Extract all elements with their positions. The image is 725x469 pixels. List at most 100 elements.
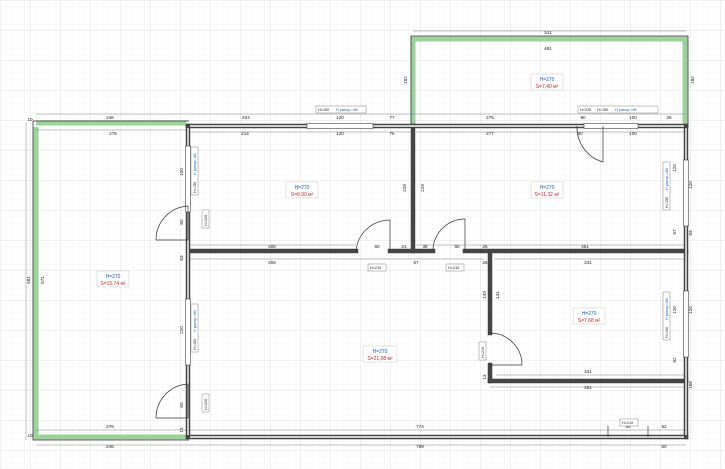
dimensions-bottom-276-label: 276 bbox=[106, 424, 114, 429]
rooms-room-center-height-label: H=270 bbox=[373, 349, 388, 355]
dimensions-v-229b-label: 229 bbox=[420, 184, 425, 192]
dimensions-v-220a-label: 220 bbox=[179, 326, 184, 334]
tags-win-left2-h-label: H=150 bbox=[193, 339, 197, 350]
dimensions-r-341a-label: 341 bbox=[584, 260, 592, 265]
dimensions-right-v-87-label: 87 bbox=[672, 229, 677, 235]
grid-background bbox=[0, 0, 725, 469]
tags-win-right2-sub-label: H рапор.=80 bbox=[665, 298, 669, 320]
dimensions-right-v-93-label: 93 bbox=[688, 230, 693, 236]
dimensions-top-214-label: 214 bbox=[241, 131, 249, 136]
tags-win-left2-sub-label: H рапор.=80 bbox=[193, 310, 197, 332]
tags-door-l1-label: H=220 bbox=[204, 215, 208, 226]
tags-win-right2-h-label: H=150 bbox=[665, 327, 669, 338]
dimensions-annex-right-label: 182 bbox=[690, 76, 695, 84]
dimensions-top-120a-label: 120 bbox=[336, 115, 344, 120]
dimensions-bottom-246-label: 246 bbox=[106, 444, 114, 449]
tags-win-top-h-label: H=150 bbox=[318, 108, 329, 112]
tags-door-c2-label: H=210 bbox=[448, 266, 459, 270]
dimensions-v-229a-label: 229 bbox=[402, 184, 407, 192]
dimensions-top-90b-label: 90 bbox=[577, 131, 583, 136]
room-right-top: H=270 S=11,32 м² bbox=[530, 181, 564, 199]
window-top-left bbox=[306, 123, 374, 129]
dimensions-bottom-60b-label: 60 bbox=[661, 444, 667, 449]
dimensions-v-ret-label: 15 bbox=[179, 427, 184, 433]
window-left-lower bbox=[185, 298, 191, 366]
room-right-mid: H=270 S=7,68 м² bbox=[572, 307, 606, 325]
rooms-room-right-mid-height-label: H=270 bbox=[582, 311, 597, 317]
dimensions-top-275-label: 275 bbox=[486, 115, 494, 120]
dimensions-r-143-label: 143 bbox=[482, 291, 487, 299]
rooms-room-mid-top-area-label: S=8,90 м² bbox=[291, 192, 314, 198]
tags-door-l2-label: H=220 bbox=[204, 399, 208, 410]
dimensions-right-v-120c-label: 120 bbox=[672, 306, 677, 314]
room-big-left-area: S=15,74 м² bbox=[100, 281, 126, 287]
window-right-lower bbox=[683, 290, 689, 358]
dimensions-bottom-52-label: 52 bbox=[661, 424, 667, 429]
dimensions-bottom-10-label: 10 bbox=[27, 433, 33, 438]
dimensions-top-120b-label: 120 bbox=[336, 131, 344, 136]
tags-door-b-label: H=210 bbox=[622, 421, 633, 425]
window-top-right bbox=[583, 123, 639, 129]
dimensions-r-141-label: 141 bbox=[495, 291, 500, 299]
dimensions-top-75-label: 75 bbox=[389, 131, 395, 136]
dimensions-mid-36-label: 36 bbox=[422, 244, 428, 249]
dimensions-mid-26b-label: 26 bbox=[482, 260, 488, 265]
tags-win-right-h-label: H=150 bbox=[665, 197, 669, 208]
rooms-room-right-top-height-label: H=270 bbox=[540, 185, 555, 191]
dimensions-left-10-label: 10 bbox=[27, 117, 33, 122]
dimensions-top-100b-label: 100 bbox=[629, 131, 637, 136]
dimensions-bottom-789-label: 789 bbox=[416, 444, 424, 449]
dimensions-top-277-label: 277 bbox=[486, 131, 494, 136]
tags-win-left-h-label: H=150 bbox=[193, 182, 197, 193]
rooms-room-center-area-label: S=21,08 м² bbox=[367, 356, 393, 362]
dimensions-right-v-168-label: 168 bbox=[688, 381, 693, 389]
dimensions-top-224-label: 224 bbox=[242, 115, 250, 120]
dimensions-r-341b-label: 341 bbox=[584, 369, 592, 374]
dimensions-top-77-label: 77 bbox=[389, 115, 395, 120]
window-left-upper bbox=[185, 145, 191, 213]
dimensions-top-90-label: 90 bbox=[580, 115, 586, 120]
room-big-left-height: H=270 bbox=[106, 274, 121, 280]
rooms-room-mid-top-height-label: H=270 bbox=[295, 185, 310, 191]
dimensions-r-351-label: 351 bbox=[584, 385, 592, 390]
floor-plan: H=270 S=15,74 м² H=270 S=8,90 м² H=270 S… bbox=[0, 0, 725, 469]
dimensions-top-36-label: 36 bbox=[666, 115, 672, 120]
tags-win-top2-sub-label: H рапор.=80 bbox=[615, 108, 637, 112]
dimensions-top-100a-label: 100 bbox=[629, 115, 637, 120]
dimensions-mid-60b-label: 60 bbox=[454, 244, 460, 249]
dimensions-v-60b-label: 60 bbox=[179, 402, 184, 408]
room-center: H=270 S=21,08 м² bbox=[362, 345, 398, 363]
dimensions-mid-60a-label: 60 bbox=[374, 244, 380, 249]
dimensions-top-total-left-label: 246 bbox=[106, 115, 114, 120]
tags-door-c1-label: H=210 bbox=[370, 266, 381, 270]
room-big-left: H=270 S=15,74 м² bbox=[96, 270, 130, 288]
room-mid-top: H=270 S=8,90 м² bbox=[285, 181, 319, 199]
dimensions-right-v-120d-label: 120 bbox=[688, 306, 693, 314]
dimensions-annex-491-label: 491 bbox=[544, 46, 552, 51]
dimensions-v-100-label: 100 bbox=[179, 168, 184, 176]
dimensions-r-13-label: 13 bbox=[482, 374, 487, 380]
dimensions-left-inner-label: 571 bbox=[40, 276, 45, 284]
dimensions-mid-21-label: 21 bbox=[401, 244, 407, 249]
dimensions-mid-67-label: 67 bbox=[413, 260, 419, 265]
tags-door-h225-label: H=225 bbox=[580, 108, 591, 112]
dimensions-top-left-inner-label: 276 bbox=[109, 131, 117, 136]
room-top-annex: H=270 S=7,40 м² bbox=[530, 73, 564, 91]
dimensions-mid-306a-label: 306 bbox=[268, 244, 276, 249]
rooms-room-top-annex-area-label: S=7,40 м² bbox=[536, 84, 559, 90]
tags-win-right-sub-label: H рапор.=80 bbox=[665, 168, 669, 190]
dimensions-mid-26a-label: 26 bbox=[482, 244, 488, 249]
rooms-room-top-annex-height-label: H=270 bbox=[540, 77, 555, 83]
dimensions-bottom-774-label: 774 bbox=[416, 424, 424, 429]
dimensions-mid-306b-label: 306 bbox=[268, 260, 276, 265]
tags-win-top2-h-label: H=150 bbox=[597, 108, 608, 112]
dimensions-v-63-label: 63 bbox=[179, 255, 184, 261]
dimensions-mid-351-label: 351 bbox=[581, 244, 589, 249]
dimensions-right-v-120b-label: 120 bbox=[688, 181, 693, 189]
tags-win-left-sub-label: H рапор.=80 bbox=[193, 153, 197, 175]
dimensions-annex-511-label: 511 bbox=[544, 30, 552, 35]
dimensions-right-v-120a-label: 120 bbox=[672, 164, 677, 172]
dimensions-v-60a-label: 60 bbox=[179, 219, 184, 225]
dimensions-left-outer-label: 581 bbox=[26, 276, 31, 284]
tags-door-r-label: H=210 bbox=[481, 347, 485, 358]
